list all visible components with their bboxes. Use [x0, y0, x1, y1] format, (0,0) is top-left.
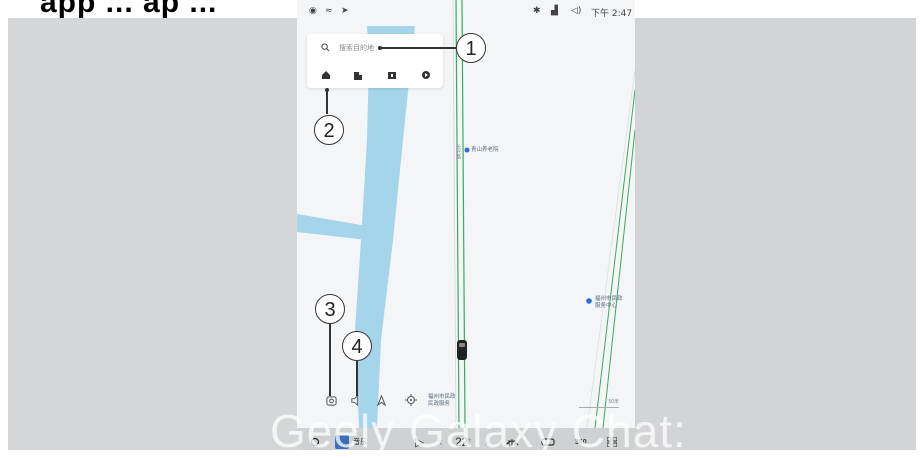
signal-icon: ▟: [551, 6, 558, 16]
callout-3-line: [329, 324, 331, 396]
callout-2: 2: [314, 115, 344, 145]
company-icon[interactable]: [351, 68, 365, 82]
volume-icon[interactable]: ◁): [571, 6, 581, 16]
callout-3: 3: [315, 294, 345, 324]
background-left: [8, 18, 298, 450]
favorites-icon[interactable]: [385, 68, 399, 82]
callout-2-line: [326, 90, 328, 114]
search-placeholder: 搜索目的地: [339, 45, 374, 52]
more-destinations-icon[interactable]: [419, 68, 433, 82]
callout-4: 4: [342, 331, 372, 361]
callout-1: 1: [456, 33, 486, 63]
profile-icon[interactable]: ◉: [309, 6, 317, 16]
vehicle-marker: [457, 340, 467, 360]
poi-label-1[interactable]: 青山养老院: [471, 147, 499, 154]
road-name-label: 长兴路: [455, 144, 461, 159]
status-bar: ◉ ≈ ➤ ✱ ▟ ◁) 下午 2:47: [297, 0, 635, 26]
watermark-text: Geely Galaxy Chat:: [270, 405, 687, 457]
search-card: 搜索目的地: [307, 34, 443, 88]
search-icon: [321, 43, 330, 52]
poi-pin-2: [586, 298, 592, 304]
callout-1-line: [380, 47, 456, 49]
location-icon: ➤: [341, 6, 349, 16]
header-cut-text: app ... ap ...: [40, 0, 218, 19]
bluetooth-icon: ✱: [533, 6, 541, 16]
clock-text: 下午 2:47: [591, 9, 633, 19]
callout-4-line: [356, 361, 358, 396]
vehicle-screen: ◉ ≈ ➤ ✱ ▟ ◁) 下午 2:47 搜索目的地 青山养老院 长兴路 福州市…: [297, 0, 635, 428]
background-right: [636, 18, 916, 450]
poi-label-2[interactable]: 福州市民政 服务中心: [595, 296, 623, 310]
wifi-icon: ≈: [325, 6, 333, 16]
quick-destinations: [307, 64, 443, 88]
home-icon[interactable]: [319, 68, 333, 82]
poi-pin-1: [464, 147, 470, 153]
